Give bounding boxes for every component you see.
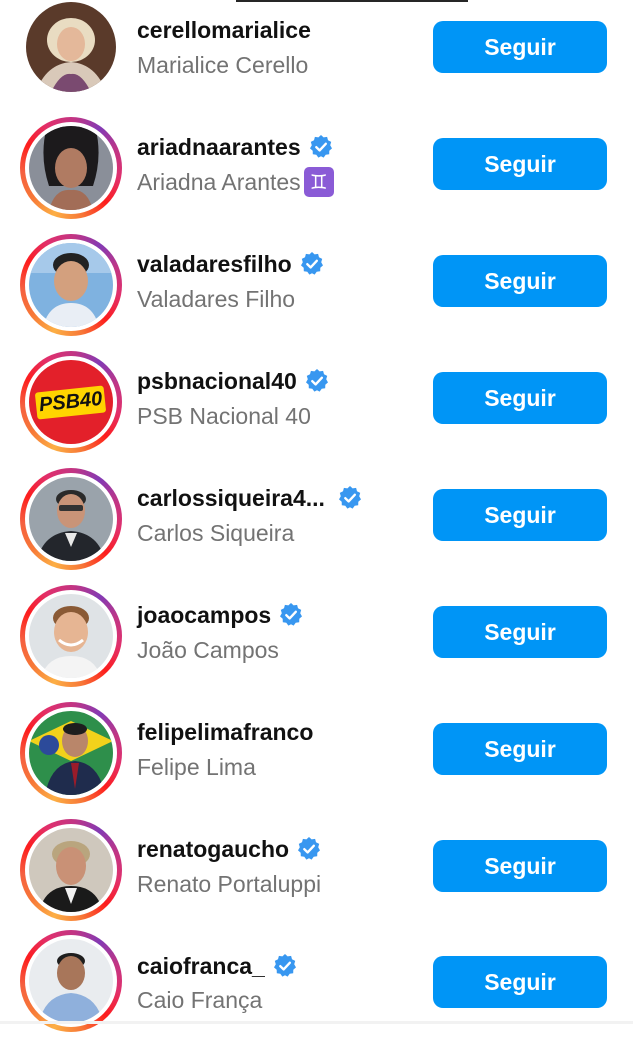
full-name: PSB Nacional 40 (137, 402, 311, 429)
profile-photo (29, 126, 113, 210)
full-name: Ariadna Arantes (137, 168, 301, 195)
psb40-logo-text: PSB40 (35, 384, 107, 420)
verified-badge-icon (309, 135, 332, 158)
full-name: Caio França (137, 986, 263, 1013)
full-name: Carlos Siqueira (137, 519, 295, 546)
follow-button[interactable]: Seguir (433, 840, 607, 892)
profile-photo (29, 711, 113, 795)
username[interactable]: psbnacional40 (137, 368, 297, 395)
verified-badge-icon (280, 603, 303, 626)
username[interactable]: cerellomarialice (137, 17, 311, 44)
list-item[interactable]: caiofranca_ Caio França Seguir (0, 930, 633, 1047)
full-name: Valadares Filho (137, 285, 296, 312)
follow-button[interactable]: Seguir (433, 956, 607, 1008)
username[interactable]: ariadnaarantes (137, 134, 301, 161)
list-item[interactable]: joaocampos João Campos Seguir (0, 585, 633, 702)
avatar-story-ring[interactable] (20, 117, 122, 219)
avatar[interactable] (20, 0, 122, 102)
avatar-story-ring[interactable] (20, 585, 122, 687)
avatar-story-ring[interactable] (20, 819, 122, 921)
profile-photo (29, 594, 113, 678)
username[interactable]: renatogaucho (137, 836, 289, 863)
profile-photo: PSB40 (29, 360, 113, 444)
avatar-story-ring[interactable] (20, 702, 122, 804)
profile-photo (29, 243, 113, 327)
full-name: Renato Portaluppi (137, 870, 322, 897)
verified-badge-icon (273, 954, 296, 977)
verified-badge-icon (305, 369, 328, 392)
full-name: Marialice Cerello (137, 51, 309, 78)
list-item[interactable]: cerellomarialice Marialice Cerello Segui… (0, 0, 633, 117)
avatar-story-ring[interactable] (20, 930, 122, 1032)
list-item[interactable]: felipelimafranco Felipe Lima Seguir (0, 702, 633, 819)
username[interactable]: valadaresfilho (137, 251, 292, 278)
follow-button[interactable]: Seguir (433, 21, 607, 73)
profile-photo (26, 2, 116, 92)
profile-photo (29, 939, 113, 1023)
avatar-story-ring[interactable] (20, 234, 122, 336)
follow-button[interactable]: Seguir (433, 723, 607, 775)
avatar-story-ring[interactable] (20, 468, 122, 570)
username[interactable]: joaocampos (137, 602, 271, 629)
list-item[interactable]: renatogaucho Renato Portaluppi Seguir (0, 819, 633, 936)
follow-button[interactable]: Seguir (433, 255, 607, 307)
verified-badge-icon (338, 486, 361, 509)
follow-button[interactable]: Seguir (433, 138, 607, 190)
follow-button[interactable]: Seguir (433, 489, 607, 541)
list-item[interactable]: carlossiqueira4... Carlos Siqueira Segui… (0, 468, 633, 585)
username[interactable]: carlossiqueira4... (137, 485, 325, 512)
full-name: Felipe Lima (137, 753, 256, 780)
list-item[interactable]: ariadnaarantes Ariadna Arantes ♊ Seguir (0, 117, 633, 234)
list-item[interactable]: valadaresfilho Valadares Filho Seguir (0, 234, 633, 351)
verified-badge-icon (298, 837, 321, 860)
follow-button[interactable]: Seguir (433, 372, 607, 424)
list-item[interactable]: PSB40 psbnacional40 PSB Nacional 40 Segu… (0, 351, 633, 468)
profile-photo (29, 477, 113, 561)
gemini-zodiac-emoji-icon: ♊ (303, 167, 334, 197)
username[interactable]: caiofranca_ (137, 953, 265, 980)
username[interactable]: felipelimafranco (137, 719, 313, 746)
profile-photo (29, 828, 113, 912)
verified-badge-icon (300, 252, 323, 275)
avatar-story-ring[interactable]: PSB40 (20, 351, 122, 453)
full-name: João Campos (137, 636, 279, 663)
follow-button[interactable]: Seguir (433, 606, 607, 658)
